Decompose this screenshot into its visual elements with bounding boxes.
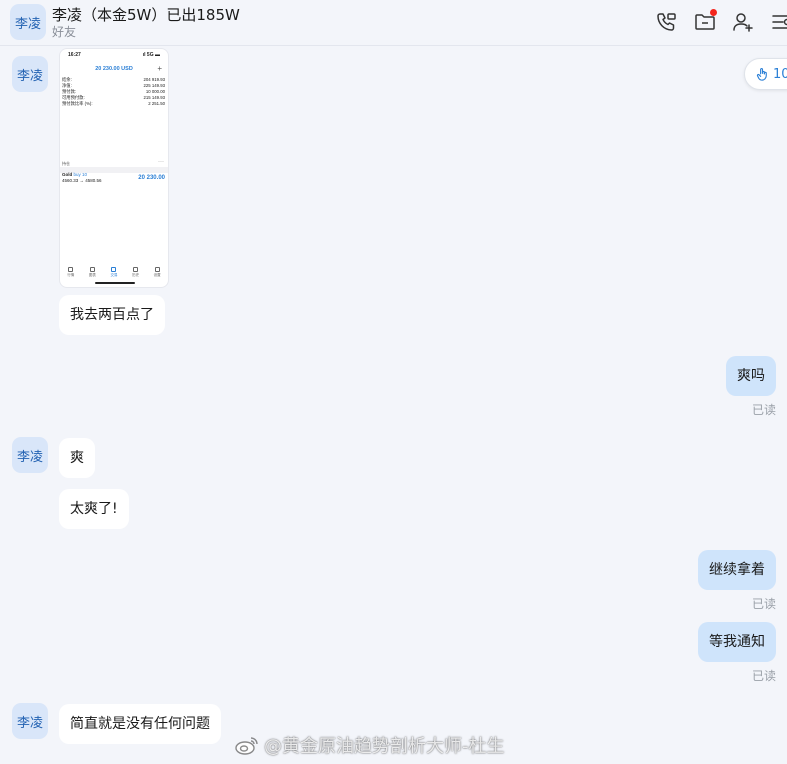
watermark-text: @黄金原油趋势剖析大师-杜生 (264, 736, 505, 757)
phone-plus-icon: + (157, 64, 162, 73)
phone-row-value: 2 251.50 (148, 101, 165, 107)
phone-nav-label: 行情 (67, 273, 75, 277)
read-status: 已读 (751, 403, 776, 417)
phone-nav-item: 交易 (110, 267, 117, 278)
message-bubble[interactable]: 我去两百点了 (59, 295, 165, 335)
message-bubble[interactable]: 爽 (59, 438, 95, 478)
phone-gold-prices: 4560.33 → 4580.56 (62, 178, 102, 183)
sender-avatar[interactable]: 李凌 (12, 437, 48, 473)
contact-avatar[interactable]: 李凌 (10, 4, 46, 40)
phone-nav-icon (111, 267, 117, 272)
phone-nav-item: 设置 (154, 267, 161, 278)
phone-account-rows: 结余: 204 919.93 净值: 225 149.93 预付款: 10 000.00 可… (62, 77, 165, 107)
phone-nav-label: 图表 (88, 273, 96, 277)
phone-nav-item: 图表 (89, 267, 96, 278)
chat-header: 李凌 李凌（本金5W）已出185W 好友 (0, 0, 787, 46)
phone-nav-label: 历史 (132, 273, 140, 277)
message-bubble[interactable]: 爽吗 (726, 356, 776, 396)
phone-nav-icon (89, 267, 95, 272)
phone-position-item: Gold buy 10 4560.33 → 4580.56 (62, 172, 102, 184)
phone-bottom-nav: 行情 图表 交易 历史 设置 (60, 267, 168, 278)
phone-signal: ıl 5G ▬ (142, 52, 160, 58)
phone-nav-label: 交易 (110, 273, 118, 277)
phone-nav-icon (154, 267, 160, 272)
sender-avatar[interactable]: 李凌 (12, 56, 48, 92)
phone-nav-label: 设置 (153, 273, 161, 277)
chat-title: 李凌（本金5W）已出185W (52, 6, 240, 24)
message-bubble[interactable]: 简直就是没有任何问题 (59, 704, 221, 744)
add-user-icon[interactable] (731, 10, 755, 34)
weibo-icon (235, 737, 258, 755)
hand-pointer-icon (756, 67, 767, 81)
phone-balance: 20 230.00 USD (95, 66, 133, 72)
message-bubble[interactable]: 继续拿着 (698, 550, 776, 590)
phone-row-label: 预付款比率 (%): (62, 101, 93, 107)
phone-nav-icon (133, 267, 139, 272)
watermark: @黄金原油趋势剖析大师-杜生 (234, 731, 505, 759)
phone-home-indicator (95, 282, 135, 284)
reaction-pill[interactable]: 10 (744, 58, 787, 90)
menu-icon[interactable] (769, 10, 787, 34)
phone-more-icon: ··· (158, 159, 164, 165)
phone-status-bar: 16:27 ıl 5G ▬ (68, 52, 160, 58)
phone-gold-title: Gold (62, 172, 73, 177)
phone-time: 16:27 (68, 52, 81, 58)
phone-gold-profit: 20 230.00 (138, 175, 165, 181)
phone-account-row: 预付款比率 (%): 2 251.50 (62, 101, 165, 107)
phone-nav-icon (68, 267, 74, 272)
phone-nav-item: 行情 (67, 267, 74, 278)
read-status: 已读 (751, 597, 776, 611)
image-message[interactable]: 16:27 ıl 5G ▬ 20 230.00 USD + 结余: 204 919… (59, 48, 169, 288)
message-bubble[interactable]: 等我通知 (698, 622, 776, 662)
phone-video-icon[interactable] (655, 10, 679, 34)
contact-relation-label: 好友 (52, 25, 77, 39)
sender-avatar[interactable]: 李凌 (12, 703, 48, 739)
folder-icon[interactable] (693, 9, 717, 34)
phone-gold-side: buy 10 (73, 172, 88, 177)
read-status: 已读 (751, 669, 776, 683)
reaction-count: 10 (773, 66, 787, 82)
notification-dot (710, 9, 717, 16)
message-bubble[interactable]: 太爽了! (59, 489, 129, 529)
phone-nav-item: 历史 (132, 267, 139, 278)
